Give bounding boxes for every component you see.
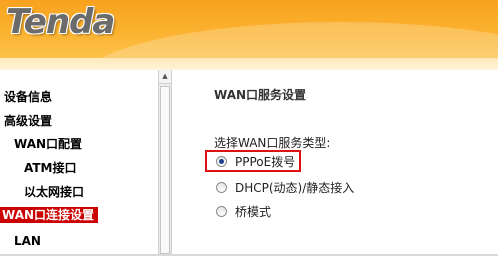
header-banner: Tenda — [0, 0, 498, 70]
sidebar-nav: 设备信息 高级设置 WAN口配置 ATM接口 以太网接口 WAN口连接设置 LA… — [0, 70, 158, 256]
radio-pppoe[interactable] — [216, 156, 227, 167]
radio-bridge[interactable] — [216, 206, 227, 217]
sidebar-item-lan[interactable]: LAN — [14, 234, 41, 248]
header-band — [0, 58, 498, 70]
tenda-logo: Tenda — [6, 2, 115, 42]
sidebar-item-wan-connection[interactable]: WAN口连接设置 — [0, 207, 99, 223]
scroll-up-arrow-icon[interactable]: ▲ — [159, 70, 171, 84]
sidebar-item-advanced-settings[interactable]: 高级设置 — [4, 114, 52, 128]
sidebar-item-device-info[interactable]: 设备信息 — [4, 90, 52, 104]
option-dhcp-static-label: DHCP(动态)/静态接入 — [235, 181, 355, 195]
radio-dhcp-static[interactable] — [216, 182, 227, 193]
sidebar-item-atm-interface[interactable]: ATM接口 — [24, 161, 76, 175]
sidebar-item-ethernet-interface[interactable]: 以太网接口 — [24, 185, 84, 199]
main-content: WAN口服务设置 选择WAN口服务类型: PPPoE拨号 DHCP(动态)/静态… — [172, 70, 498, 256]
scroll-thumb[interactable] — [160, 86, 170, 254]
service-type-label: 选择WAN口服务类型: — [214, 136, 331, 150]
page-title: WAN口服务设置 — [214, 88, 307, 102]
option-pppoe-label: PPPoE拨号 — [235, 155, 296, 169]
sidebar-scrollbar[interactable]: ▲ — [158, 70, 172, 256]
sidebar-item-wan-config[interactable]: WAN口配置 — [14, 137, 82, 151]
option-bridge-label: 桥模式 — [235, 205, 272, 219]
